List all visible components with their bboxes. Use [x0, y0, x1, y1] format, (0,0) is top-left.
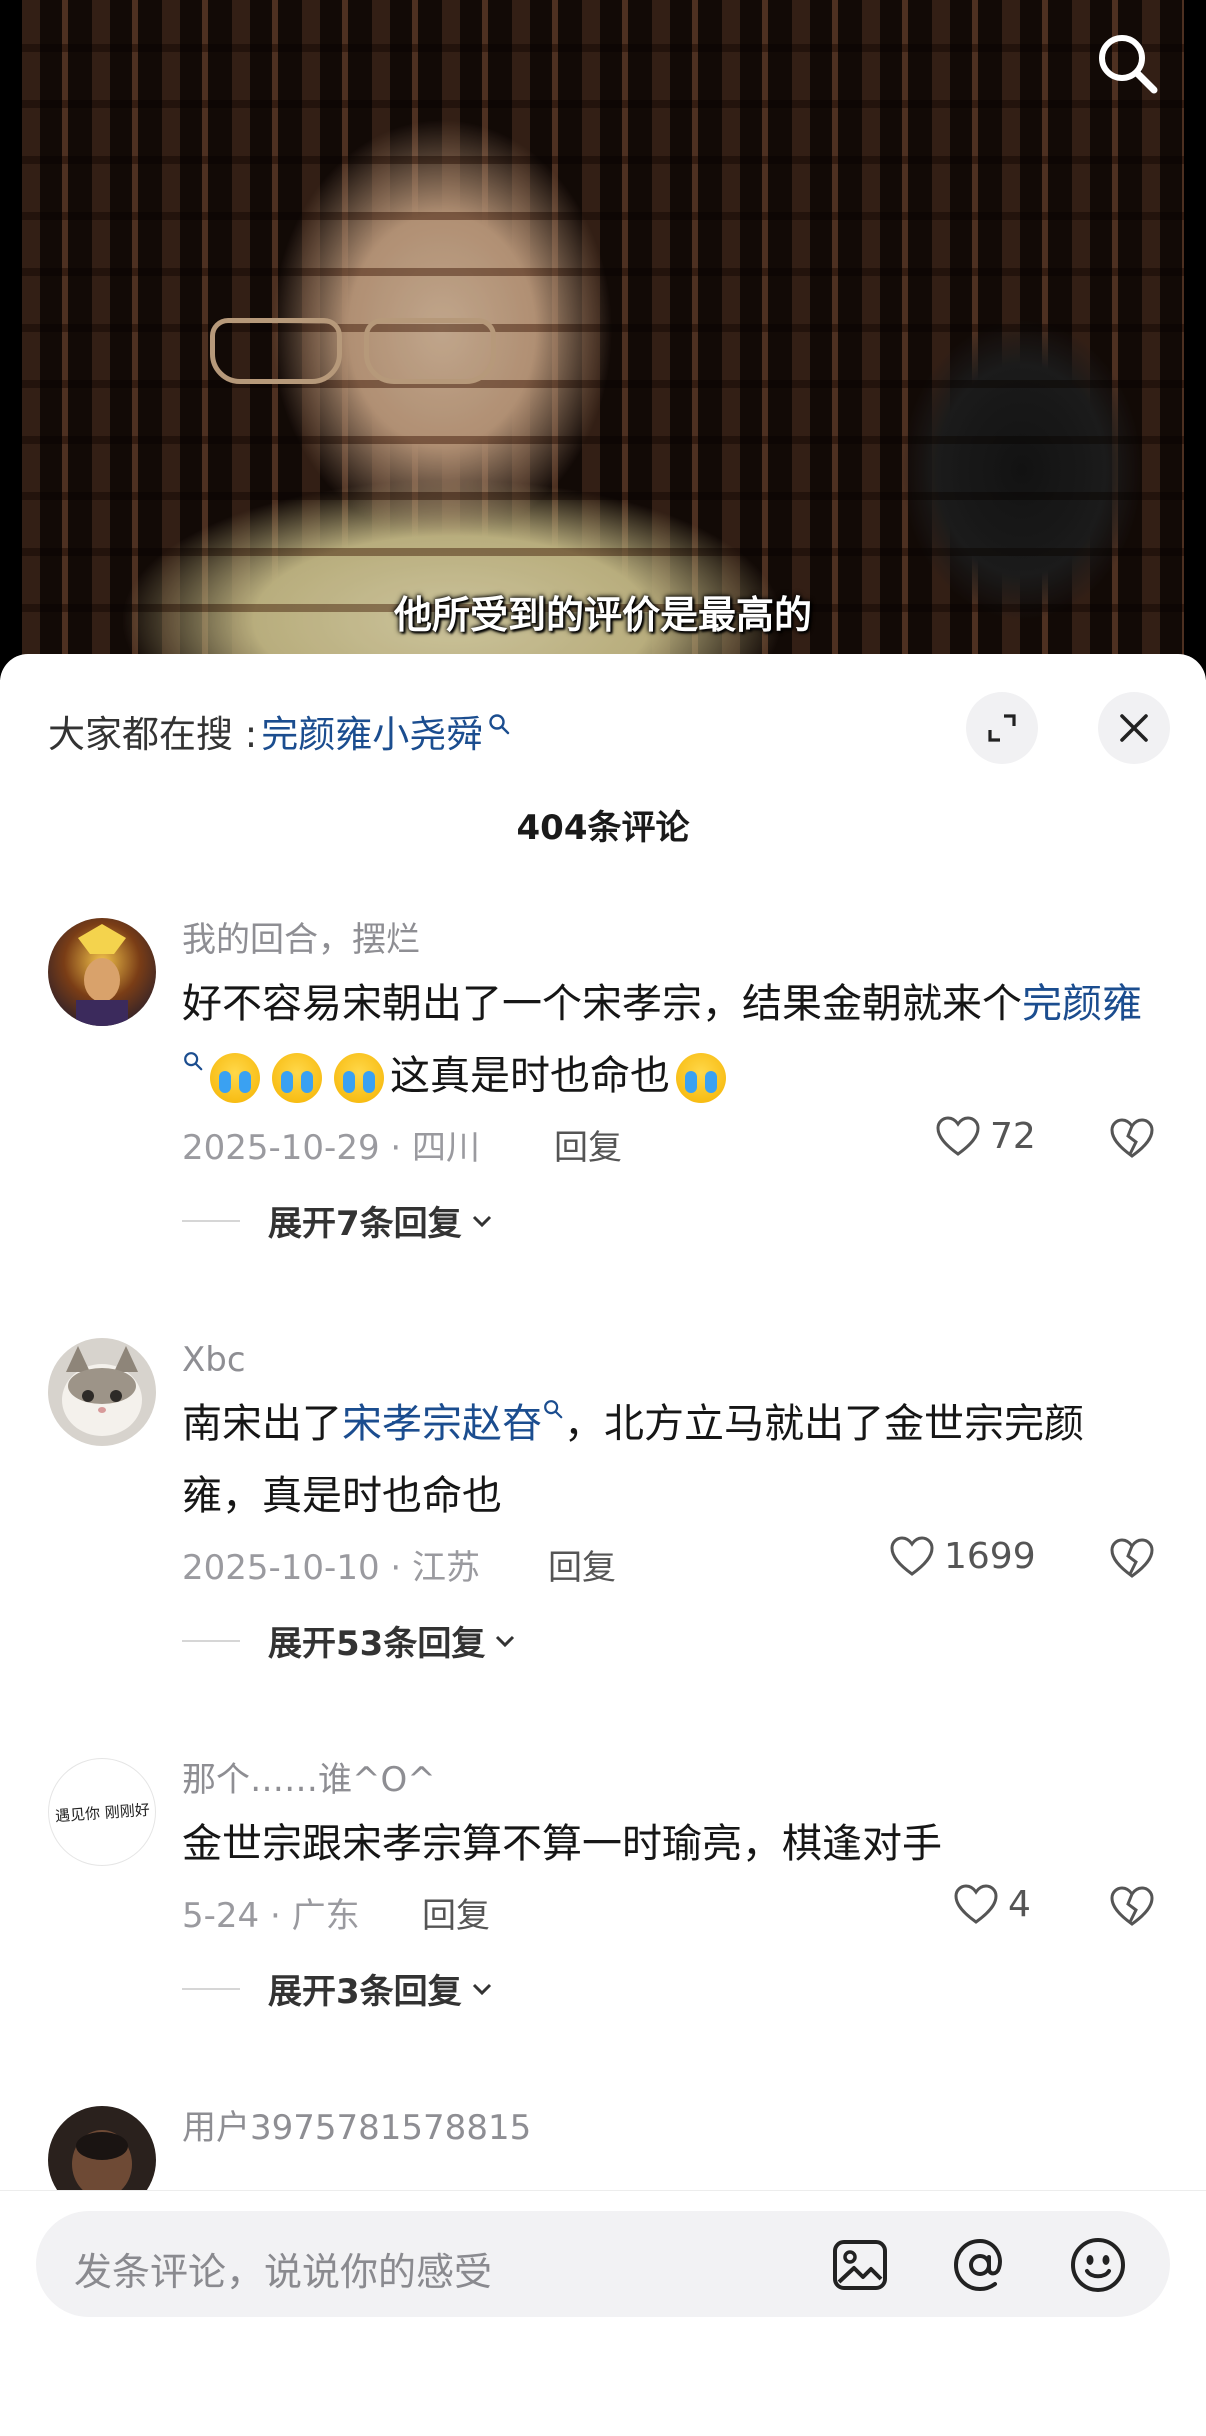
dislike-heart-icon — [1110, 1118, 1154, 1158]
comment-text: 好不容易宋朝出了一个宋孝宗，结果金朝就来个完颜雍这真是时也命也 — [182, 968, 1156, 1112]
chevron-down-icon — [472, 1215, 491, 1227]
comment-username[interactable]: 我的回合，摆烂 — [182, 918, 1156, 962]
crying-emoji-icon — [272, 1053, 322, 1103]
comment-text-part: 好不容易宋朝出了一个宋孝宗，结果金朝就来个 — [182, 981, 1022, 1027]
reply-button[interactable]: 回复 — [554, 1120, 622, 1169]
comment-text: 金世宗跟宋孝宗算不算一时瑜亮，棋逢对手 — [182, 1821, 942, 1867]
like-button[interactable]: 4 — [952, 1882, 1031, 1926]
glasses-right-lens — [364, 318, 496, 384]
comments-sheet: 大家都在搜 : 完颜雍小尧舜 404条评论 我的回合，摆烂 好不容易宋朝出了一个… — [0, 654, 1206, 2436]
comment-input[interactable]: 发条评论，说说你的感受 — [36, 2211, 1170, 2317]
divider-line — [182, 1639, 240, 1642]
expand-button[interactable] — [966, 692, 1038, 764]
at-icon[interactable] — [950, 2235, 1010, 2295]
hot-search-term[interactable]: 完颜雍小尧舜 — [261, 704, 483, 758]
comment-input-placeholder: 发条评论，说说你的感受 — [74, 2250, 493, 2294]
comment-username[interactable]: Xbc — [182, 1338, 1156, 1382]
expand-replies-label: 展开7条回复 — [268, 1204, 462, 1244]
like-button[interactable]: 72 — [934, 1114, 1036, 1158]
comment-text-part: 南宋出了 — [182, 1401, 342, 1447]
like-count: 4 — [1008, 1883, 1031, 1925]
crying-emoji-icon — [210, 1053, 260, 1103]
expand-replies-label: 展开3条回复 — [268, 1972, 462, 2012]
video-background-lattice — [22, 0, 1184, 660]
comment-text-part: 这真是时也命也 — [390, 1053, 670, 1099]
comment-username[interactable]: 用户3975781578815 — [182, 2106, 1156, 2150]
comment-meta: 5-24 · 广东 回复 4 — [182, 1880, 1156, 1940]
expand-icon — [988, 714, 1016, 742]
like-count: 1699 — [944, 1535, 1036, 1577]
dislike-heart-icon — [1110, 1538, 1154, 1578]
video-subtitle: 他所受到的评价是最高的 — [393, 593, 812, 637]
close-button[interactable] — [1098, 692, 1170, 764]
hot-search-prefix: 大家都在搜 : — [48, 713, 258, 756]
dislike-button[interactable] — [1108, 1884, 1156, 1937]
chevron-down-icon — [496, 1635, 515, 1647]
comment-date-location: 5-24 · 广东 — [182, 1896, 360, 1936]
heart-icon — [954, 1884, 998, 1924]
comment-username[interactable]: 那个……谁^O^ — [182, 1758, 1156, 1802]
comment-search-link[interactable]: 宋孝宗赵昚 — [342, 1401, 542, 1447]
comment-meta: 2025-10-29 · 四川 回复 72 — [182, 1112, 1156, 1172]
comment-input-bar: 发条评论，说说你的感受 — [0, 2190, 1206, 2436]
divider-line — [182, 1987, 240, 1990]
like-count: 72 — [990, 1115, 1036, 1157]
expand-replies-button[interactable]: 展开7条回复 — [182, 1196, 496, 1245]
search-icon[interactable] — [1092, 28, 1164, 100]
heart-icon — [936, 1116, 980, 1156]
hot-search-bar[interactable]: 大家都在搜 : 完颜雍小尧舜 — [48, 704, 511, 758]
avatar[interactable] — [48, 918, 156, 1026]
reply-button[interactable]: 回复 — [548, 1540, 616, 1589]
video-player[interactable]: 他所受到的评价是最高的 — [0, 0, 1206, 680]
dislike-button[interactable] — [1108, 1536, 1156, 1589]
crying-emoji-icon — [676, 1053, 726, 1103]
avatar[interactable]: 遇见你 刚刚好 — [48, 1758, 156, 1866]
search-icon — [544, 1400, 563, 1419]
expand-replies-button[interactable]: 展开3条回复 — [182, 1964, 496, 2013]
comment-meta: 2025-10-10 · 江苏 回复 1699 — [182, 1532, 1156, 1592]
comment-search-link[interactable]: 完颜雍 — [1022, 981, 1142, 1027]
comment-text: 南宋出了宋孝宗赵昚 ，北方立马就出了金世宗完颜雍，真是时也命也 — [182, 1388, 1156, 1532]
comment-date-location: 2025-10-29 · 四川 — [182, 1128, 481, 1168]
expand-replies-label: 展开53条回复 — [268, 1624, 486, 1664]
comment-count: 404条评论 — [516, 808, 690, 848]
search-icon — [489, 714, 510, 735]
search-icon — [184, 1052, 203, 1071]
chevron-down-icon — [472, 1983, 491, 1995]
reply-button[interactable]: 回复 — [422, 1888, 490, 1937]
glasses-left-lens — [210, 318, 342, 384]
dislike-button[interactable] — [1108, 1116, 1156, 1169]
divider-line — [182, 1219, 240, 1222]
avatar-handwriting: 遇见你 刚刚好 — [54, 1800, 150, 1825]
comment-date-location: 2025-10-10 · 江苏 — [182, 1548, 481, 1588]
crying-emoji-icon — [334, 1053, 384, 1103]
expand-replies-button[interactable]: 展开53条回复 — [182, 1616, 519, 1665]
heart-icon — [890, 1536, 934, 1576]
close-icon — [1120, 714, 1148, 742]
like-button[interactable]: 1699 — [888, 1534, 1036, 1578]
image-icon[interactable] — [830, 2235, 890, 2295]
emoji-icon[interactable] — [1068, 2235, 1128, 2295]
dislike-heart-icon — [1110, 1886, 1154, 1926]
avatar[interactable] — [48, 1338, 156, 1446]
